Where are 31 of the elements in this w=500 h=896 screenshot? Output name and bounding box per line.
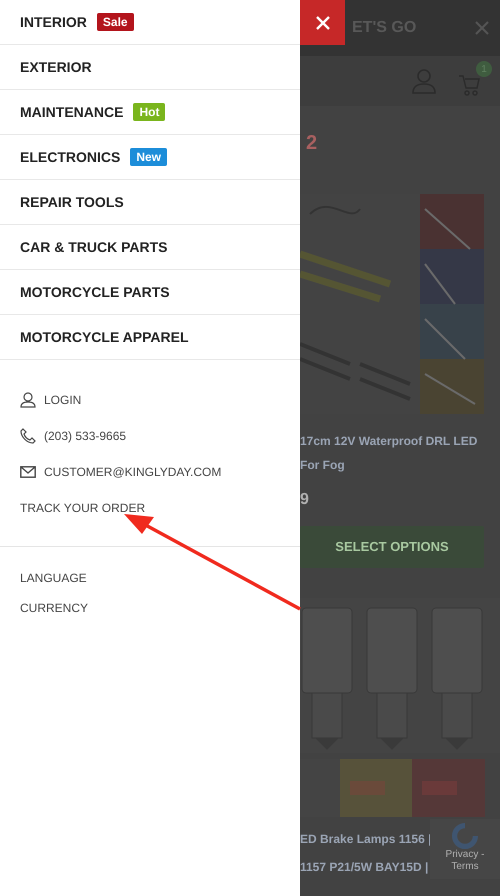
- product-title[interactable]: 17cm 12V Waterproof DRL LED: [300, 432, 500, 450]
- product-title[interactable]: For Fog: [300, 456, 500, 474]
- mail-icon: [20, 466, 36, 478]
- account-link[interactable]: LOGIN: [44, 391, 82, 409]
- cart-icon[interactable]: [458, 73, 480, 97]
- page-heading: 2: [305, 131, 318, 154]
- close-menu-button[interactable]: [300, 0, 345, 45]
- menu-item[interactable]: CAR & TRUCK PARTS: [20, 236, 168, 258]
- select-options-button[interactable]: SELECT OPTIONS: [300, 526, 484, 568]
- product-title[interactable]: 1157 P21/5W BAY15D |: [300, 853, 428, 881]
- menu-badge: New: [130, 148, 168, 166]
- menu-item[interactable]: MAINTENANCE: [20, 102, 124, 122]
- menu-item[interactable]: INTERIOR: [20, 12, 87, 32]
- menu-item[interactable]: REPAIR TOOLS: [20, 192, 124, 212]
- menu-badge: Sale: [96, 13, 134, 31]
- menu-item[interactable]: ELECTRONICS: [20, 146, 120, 168]
- settings-link[interactable]: LANGUAGE: [20, 569, 87, 587]
- menu-item[interactable]: MOTORCYCLE PARTS: [20, 282, 170, 302]
- menu-badge: Hot: [133, 103, 166, 121]
- account-link[interactable]: (203) 533-9665: [44, 427, 126, 445]
- product-price: 9: [300, 490, 310, 510]
- phone-icon: [20, 428, 36, 444]
- menu-item[interactable]: MOTORCYCLE APPAREL: [20, 326, 189, 348]
- close-icon: [316, 16, 330, 30]
- menu-item[interactable]: EXTERIOR: [20, 56, 92, 78]
- close-icon[interactable]: [474, 20, 490, 36]
- settings-link[interactable]: CURRENCY: [20, 599, 88, 617]
- recaptcha-links[interactable]: Privacy - Terms: [432, 849, 498, 873]
- user-icon: [20, 392, 36, 408]
- account-link[interactable]: TRACK YOUR ORDER: [20, 499, 146, 517]
- account-link[interactable]: CUSTOMER@KINGLYDAY.COM: [44, 463, 222, 481]
